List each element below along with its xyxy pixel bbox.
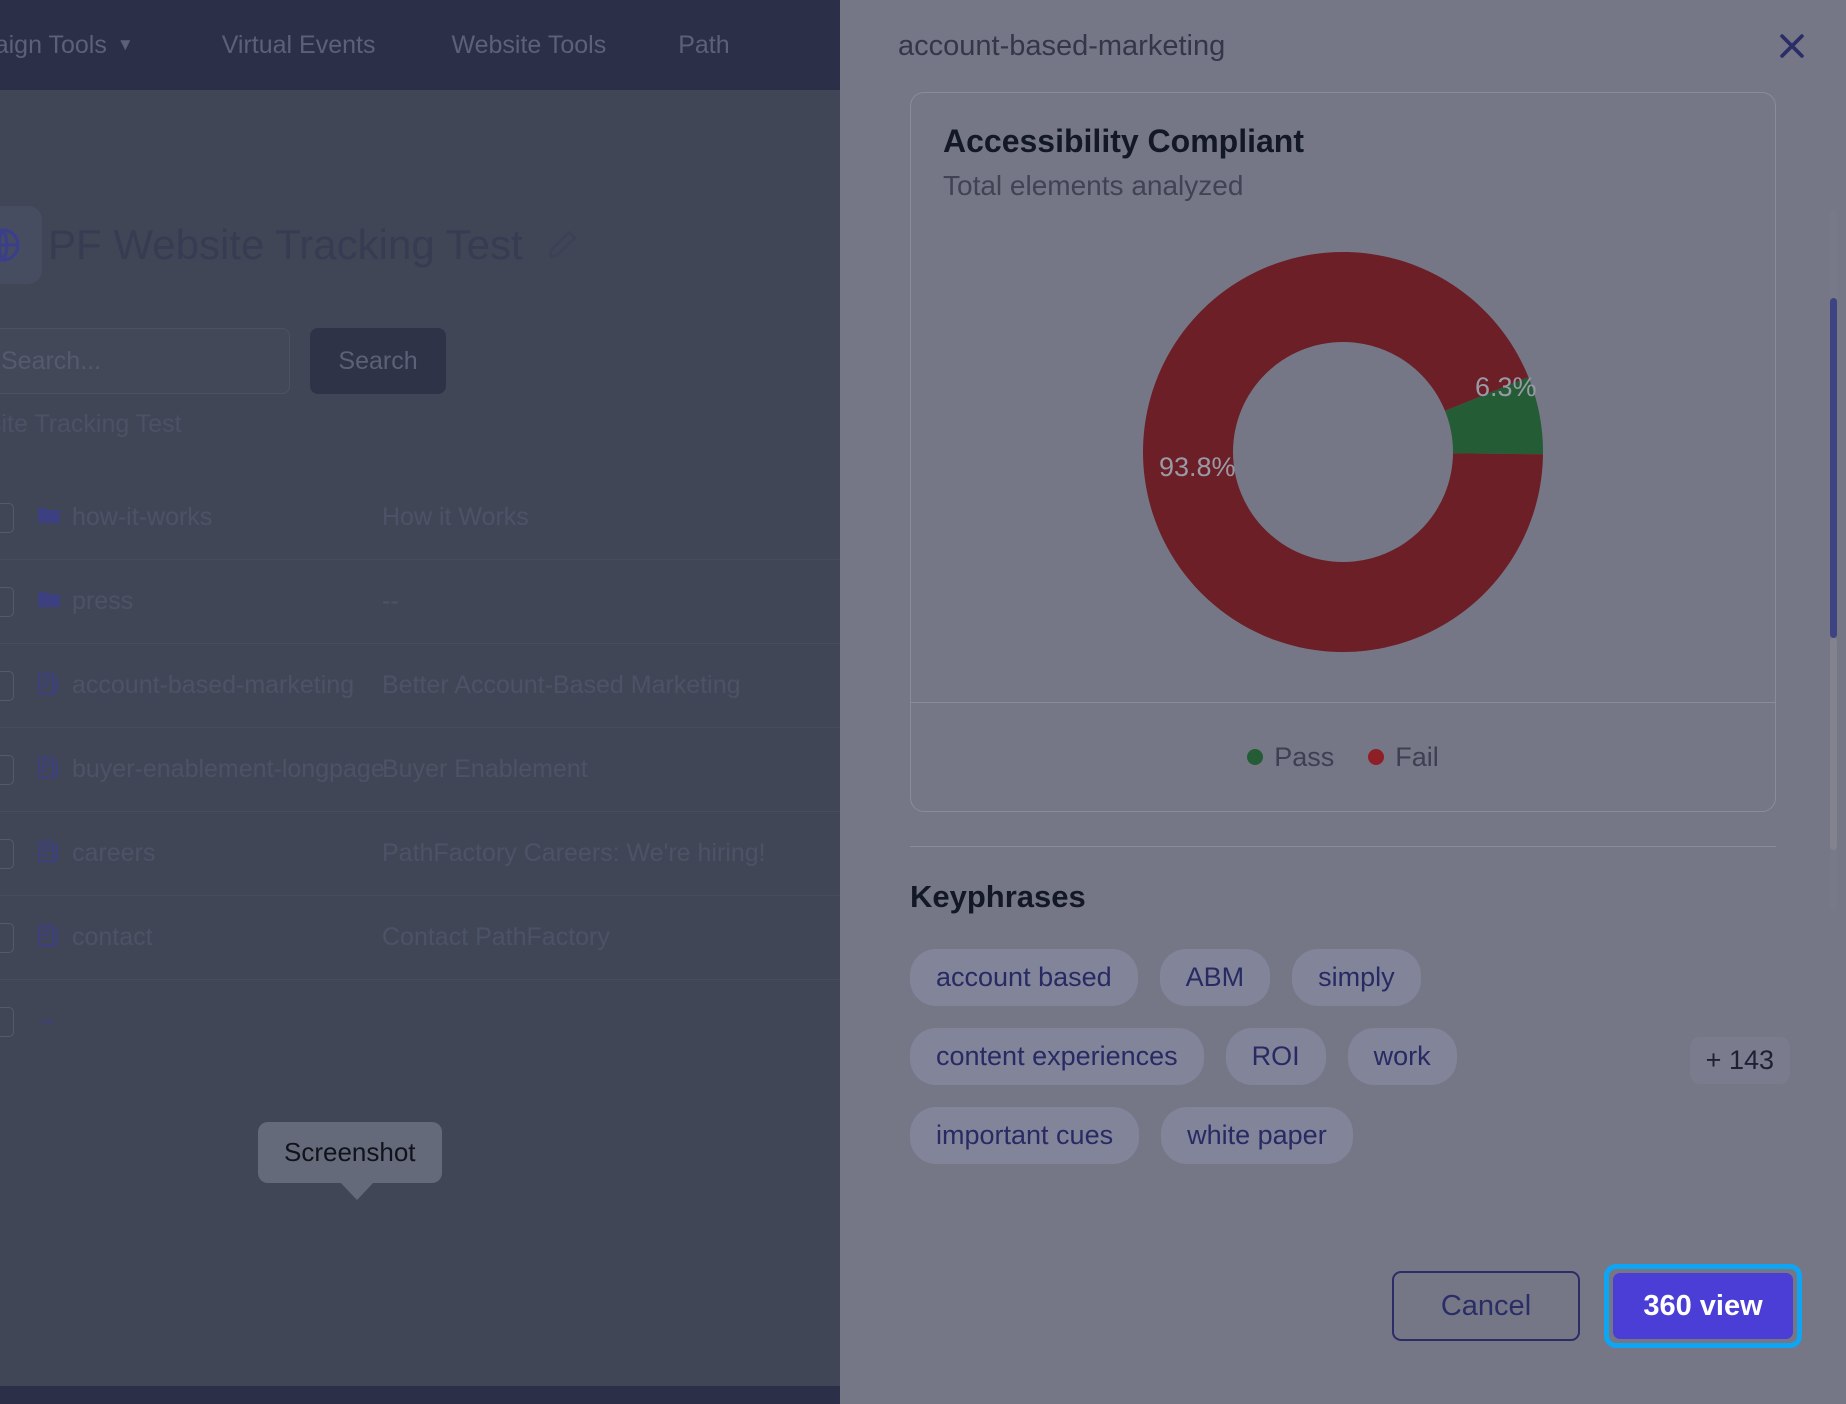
nav-item-campaign-tools[interactable]: mpaign Tools ▼ (0, 31, 134, 60)
table-row-partial[interactable] (0, 980, 846, 1064)
table-row[interactable]: contact Contact PathFactory (0, 896, 846, 980)
close-icon[interactable] (1768, 22, 1816, 70)
row-title: Buyer Enablement (382, 755, 588, 783)
document-icon (36, 754, 62, 785)
keyphrase-chip[interactable]: simply (1292, 949, 1421, 1006)
search-input[interactable]: Search... (0, 328, 290, 394)
app-badge (0, 206, 42, 284)
accessibility-chart-card: Accessibility Compliant Total elements a… (910, 92, 1776, 812)
table-row[interactable]: how-it-works How it Works (0, 476, 846, 560)
nav-item-website-tools[interactable]: Website Tools (451, 31, 606, 60)
row-name: press (72, 587, 134, 615)
pencil-icon[interactable] (545, 228, 579, 262)
nav-item-label: mpaign Tools (0, 30, 107, 59)
content-list: how-it-works How it Works press -- accou… (0, 476, 846, 1064)
document-icon (36, 670, 62, 701)
keyphrase-chip[interactable]: ABM (1159, 949, 1271, 1006)
row-checkbox[interactable] (0, 1007, 14, 1037)
table-row[interactable]: careers PathFactory Careers: We're hirin… (0, 812, 846, 896)
detail-panel: account-based-marketing Accessibility Co… (840, 0, 1846, 1404)
donut-chart: 93.8% 6.3% (911, 202, 1775, 702)
row-checkbox[interactable] (0, 503, 14, 533)
folder-icon (36, 586, 62, 617)
row-name: how-it-works (72, 503, 213, 531)
search-placeholder: Search... (1, 346, 102, 375)
table-row[interactable]: press -- (0, 560, 846, 644)
keyphrase-chip[interactable]: ROI (1225, 1028, 1326, 1085)
scrollbar-thumb[interactable] (1830, 298, 1837, 638)
row-title: Contact PathFactory (382, 923, 610, 951)
legend-label: Fail (1395, 741, 1439, 772)
document-icon (36, 922, 62, 953)
nav-item-path[interactable]: Path (678, 31, 729, 60)
page-title-text: PF Website Tracking Test (48, 221, 523, 268)
row-checkbox[interactable] (0, 923, 14, 953)
row-checkbox[interactable] (0, 755, 14, 785)
keyphrases-divider (910, 846, 1776, 847)
row-name: account-based-marketing (72, 671, 355, 699)
cancel-button[interactable]: Cancel (1392, 1271, 1580, 1341)
globe-icon (0, 228, 20, 262)
legend-item-pass[interactable]: Pass (1247, 742, 1334, 773)
page-title: PF Website Tracking Test (48, 206, 579, 284)
row-name: contact (72, 923, 153, 951)
legend-dot-pass (1247, 749, 1264, 765)
chart-legend: Pass Fail (911, 703, 1775, 811)
keyphrase-chip[interactable]: account based (910, 949, 1138, 1006)
chart-subtitle: Total elements analyzed (943, 170, 1244, 201)
row-checkbox[interactable] (0, 839, 14, 869)
chart-title: Accessibility Compliant (943, 123, 1304, 159)
search-button[interactable]: Search (310, 328, 446, 394)
keyphrase-more-count[interactable]: + 143 (1689, 1037, 1790, 1084)
legend-item-fail[interactable]: Fail (1368, 742, 1439, 773)
keyphrase-chip[interactable]: work (1347, 1028, 1457, 1085)
keyphrase-chip[interactable]: content experiences (910, 1028, 1204, 1085)
nav-item-virtual-events[interactable]: Virtual Events (222, 31, 376, 60)
nav-item-label: Path (678, 30, 730, 59)
document-icon (36, 838, 62, 869)
row-title: PathFactory Careers: We're hiring! (382, 839, 766, 867)
view-360-button[interactable]: 360 view (1613, 1273, 1793, 1339)
breadcrumb[interactable]: Website Tracking Test (0, 410, 182, 439)
panel-title: account-based-marketing (898, 29, 1226, 62)
top-navigation-bar: mpaign Tools ▼ Virtual Events Website To… (0, 0, 846, 90)
view-360-focus-ring: 360 view (1604, 1264, 1802, 1348)
row-checkbox[interactable] (0, 671, 14, 701)
row-title: -- (382, 587, 399, 615)
donut-hole (1233, 342, 1453, 562)
keyphrases-heading: Keyphrases (910, 879, 1086, 914)
row-checkbox[interactable] (0, 587, 14, 617)
screenshot-tooltip: Screenshot (258, 1122, 442, 1200)
panel-scroll-area: Accessibility Compliant Total elements a… (840, 92, 1846, 1238)
folder-icon (36, 502, 62, 533)
keyphrase-chip[interactable]: white paper (1161, 1107, 1353, 1164)
chart-header: Accessibility Compliant Total elements a… (911, 93, 1775, 202)
nav-item-label: Website Tools (451, 30, 607, 59)
bottom-bar (0, 1386, 846, 1404)
scrollbar-thumb-secondary[interactable] (1830, 638, 1837, 850)
legend-dot-fail (1368, 749, 1385, 765)
search-row: Search... Search (0, 328, 446, 394)
table-row[interactable]: buyer-enablement-longpage Buyer Enableme… (0, 728, 846, 812)
row-title: How it Works (382, 503, 529, 531)
panel-footer: Cancel 360 view (840, 1238, 1846, 1404)
table-row[interactable]: account-based-marketing Better Account-B… (0, 644, 846, 728)
chevron-down-icon: ▼ (116, 35, 134, 54)
nav-item-label: Virtual Events (221, 30, 376, 59)
panel-header: account-based-marketing (840, 0, 1846, 92)
panel-scrollbar[interactable] (1828, 210, 1838, 910)
donut-svg[interactable] (1143, 252, 1543, 653)
row-name: buyer-enablement-longpage (72, 755, 385, 783)
keyphrase-chip-list: account based ABM simply content experie… (910, 949, 1790, 1164)
row-title: Better Account-Based Marketing (382, 671, 741, 699)
row-name: careers (72, 839, 156, 867)
keyphrase-chip[interactable]: important cues (910, 1107, 1140, 1164)
legend-label: Pass (1274, 741, 1335, 772)
document-icon (36, 1013, 62, 1031)
